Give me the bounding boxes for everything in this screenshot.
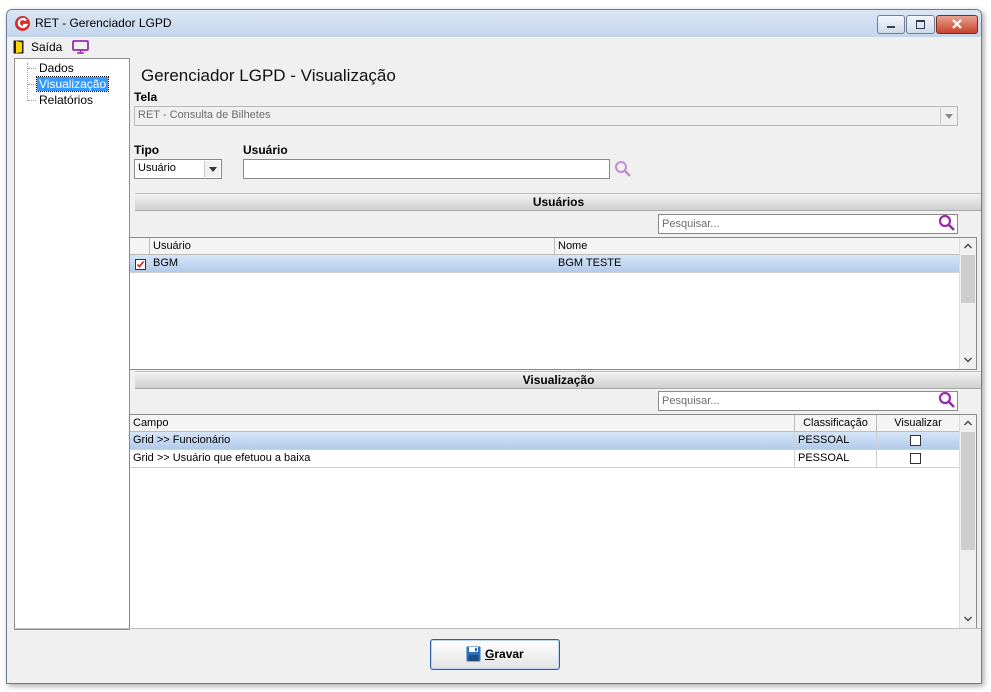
cell-classificacao: PESSOAL [795, 432, 877, 450]
row-checkbox[interactable] [135, 259, 146, 270]
floppy-disk-icon [466, 646, 481, 662]
visualizacao-search-placeholder: Pesquisar... [662, 395, 720, 407]
title-bar[interactable]: RET - Gerenciador LGPD [7, 10, 981, 38]
visualizacao-grid: Campo Classificação Visualizar Grid >> F… [129, 414, 977, 629]
table-row[interactable]: BGM BGM TESTE [130, 255, 959, 273]
usuarios-section-header: Usuários [135, 193, 981, 211]
visualizacao-search-input[interactable]: Pesquisar... [658, 391, 958, 411]
usuarios-grid: Usuário Nome BGM BGM TESTE [129, 237, 977, 370]
usuarios-scrollbar[interactable] [959, 238, 976, 369]
usuario-label: Usuário [243, 143, 288, 157]
table-row[interactable]: Grid >> Usuário que efetuou a baixa PESS… [130, 450, 959, 468]
cell-visualizar [877, 432, 959, 450]
usuarios-search-icon[interactable] [938, 214, 956, 232]
table-row[interactable]: Grid >> Funcionário PESSOAL [130, 432, 959, 450]
visualizar-checkbox[interactable] [910, 435, 921, 446]
scroll-thumb[interactable] [961, 432, 975, 550]
column-header-check [130, 238, 150, 254]
cell-campo: Grid >> Funcionário [130, 432, 795, 450]
visualizar-checkbox[interactable] [910, 453, 921, 464]
tipo-label: Tipo [134, 143, 160, 157]
column-header-visualizar[interactable]: Visualizar [877, 415, 959, 431]
visualizacao-section-header: Visualização [135, 371, 981, 389]
app-window: RET - Gerenciador LGPD Saída Dados Visua… [6, 9, 982, 684]
visualizacao-search-icon[interactable] [938, 391, 956, 409]
toolbar: Saída [7, 37, 981, 57]
usuarios-grid-header: Usuário Nome [130, 238, 959, 255]
maximize-button[interactable] [906, 15, 935, 34]
tree-connector [28, 68, 36, 69]
scroll-up-icon[interactable] [960, 238, 976, 254]
tree-item-dados[interactable]: Dados [37, 61, 76, 75]
visualizacao-section-title: Visualização [522, 373, 595, 387]
tipo-select-value: Usuário [138, 162, 176, 174]
scroll-thumb[interactable] [961, 255, 975, 303]
usuarios-section-title: Usuários [532, 195, 585, 209]
scroll-up-icon[interactable] [960, 415, 976, 431]
usuarios-search-placeholder: Pesquisar... [662, 218, 720, 230]
usuario-search-icon[interactable] [614, 160, 632, 178]
close-icon [952, 19, 962, 29]
minimize-icon [887, 26, 895, 28]
navigation-tree: Dados Visualização Relatórios [14, 58, 130, 630]
save-button-label: Gravar [485, 647, 524, 661]
cell-usuario: BGM [153, 257, 179, 269]
cell-visualizar [877, 450, 959, 468]
column-header-classificacao[interactable]: Classificação [795, 415, 877, 431]
footer-divider [14, 628, 981, 629]
cell-nome: BGM TESTE [558, 257, 622, 269]
monitor-icon[interactable] [72, 40, 89, 54]
tela-select[interactable]: RET - Consulta de Bilhetes [134, 106, 958, 126]
tipo-select[interactable]: Usuário [134, 159, 222, 179]
chevron-down-icon [945, 114, 953, 119]
cell-campo: Grid >> Usuário que efetuou a baixa [130, 450, 795, 468]
cell-classificacao: PESSOAL [795, 450, 877, 468]
visualizacao-scrollbar[interactable] [959, 415, 976, 628]
tree-item-relatorios[interactable]: Relatórios [37, 93, 95, 107]
tree-connector [28, 84, 36, 85]
save-button[interactable]: Gravar [430, 639, 560, 670]
tree-item-visualizacao[interactable]: Visualização [35, 76, 110, 92]
close-button[interactable] [936, 15, 978, 34]
scroll-down-icon[interactable] [960, 352, 976, 368]
exit-button[interactable]: Saída [31, 40, 62, 54]
visualizacao-grid-header: Campo Classificação Visualizar [130, 415, 959, 432]
scroll-down-icon[interactable] [960, 611, 976, 627]
exit-door-icon[interactable] [13, 40, 24, 54]
tree-connector [28, 100, 36, 101]
page-title: Gerenciador LGPD - Visualização [141, 66, 396, 85]
app-logo-icon [15, 16, 30, 31]
tela-select-dropdown[interactable] [940, 108, 956, 124]
tela-label: Tela [134, 90, 158, 104]
maximize-icon [916, 20, 925, 29]
column-header-nome[interactable]: Nome [555, 238, 959, 254]
usuarios-search-input[interactable]: Pesquisar... [658, 214, 958, 234]
minimize-button[interactable] [877, 15, 905, 34]
check-icon [136, 260, 145, 268]
window-title: RET - Gerenciador LGPD [35, 16, 172, 30]
chevron-down-icon [209, 167, 217, 172]
column-header-usuario[interactable]: Usuário [150, 238, 555, 254]
usuario-input[interactable] [243, 159, 610, 179]
tela-select-value: RET - Consulta de Bilhetes [138, 109, 271, 121]
tipo-select-dropdown[interactable] [204, 161, 220, 177]
column-header-campo[interactable]: Campo [130, 415, 795, 431]
